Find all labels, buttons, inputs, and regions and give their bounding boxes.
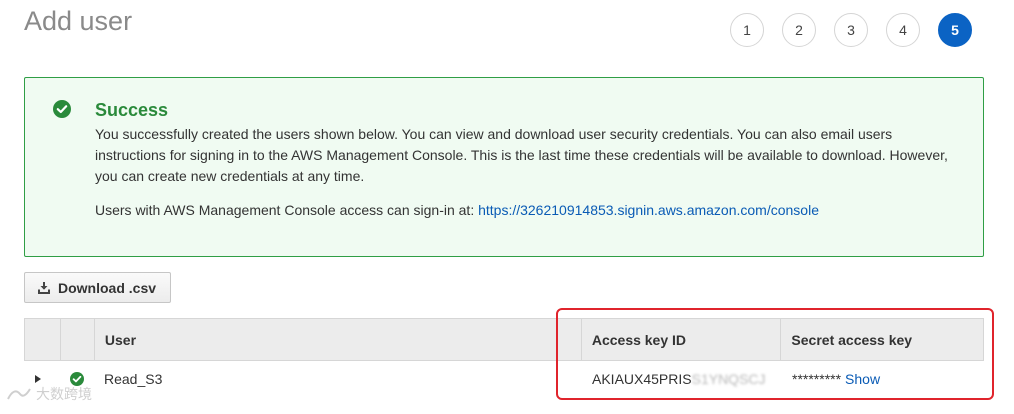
download-icon: [38, 281, 50, 294]
header-expand-col: [25, 319, 61, 360]
page-title: Add user: [24, 6, 133, 36]
step-4[interactable]: 4: [886, 13, 920, 47]
signin-prefix: Users with AWS Management Console access…: [95, 202, 479, 218]
download-csv-label: Download .csv: [58, 279, 157, 296]
signin-info: Users with AWS Management Console access…: [95, 202, 819, 218]
step-5-current[interactable]: 5: [938, 13, 972, 47]
user-name: Read_S3: [104, 371, 163, 387]
success-title: Success: [95, 100, 169, 120]
watermark-logo-icon: [7, 388, 31, 400]
watermark: 大数跨境: [6, 384, 92, 404]
expand-toggle[interactable]: [24, 374, 60, 384]
wizard-steps: 1 2 3 4 5: [730, 13, 972, 47]
step-2[interactable]: 2: [782, 13, 816, 47]
watermark-text: 大数跨境: [36, 386, 92, 402]
header-user[interactable]: User: [95, 319, 582, 360]
caret-right-icon: [35, 375, 41, 383]
download-csv-button[interactable]: Download .csv: [24, 272, 171, 303]
step-3[interactable]: 3: [834, 13, 868, 47]
success-message: You successfully created the users shown…: [95, 126, 948, 184]
header-status-col: [61, 319, 95, 360]
annotation-highlight-box: [556, 308, 994, 400]
step-1[interactable]: 1: [730, 13, 764, 47]
success-alert: Success You successfully created the use…: [24, 77, 984, 257]
signin-url-link[interactable]: https://326210914853.signin.aws.amazon.c…: [478, 202, 819, 218]
check-circle-icon: [53, 100, 71, 118]
